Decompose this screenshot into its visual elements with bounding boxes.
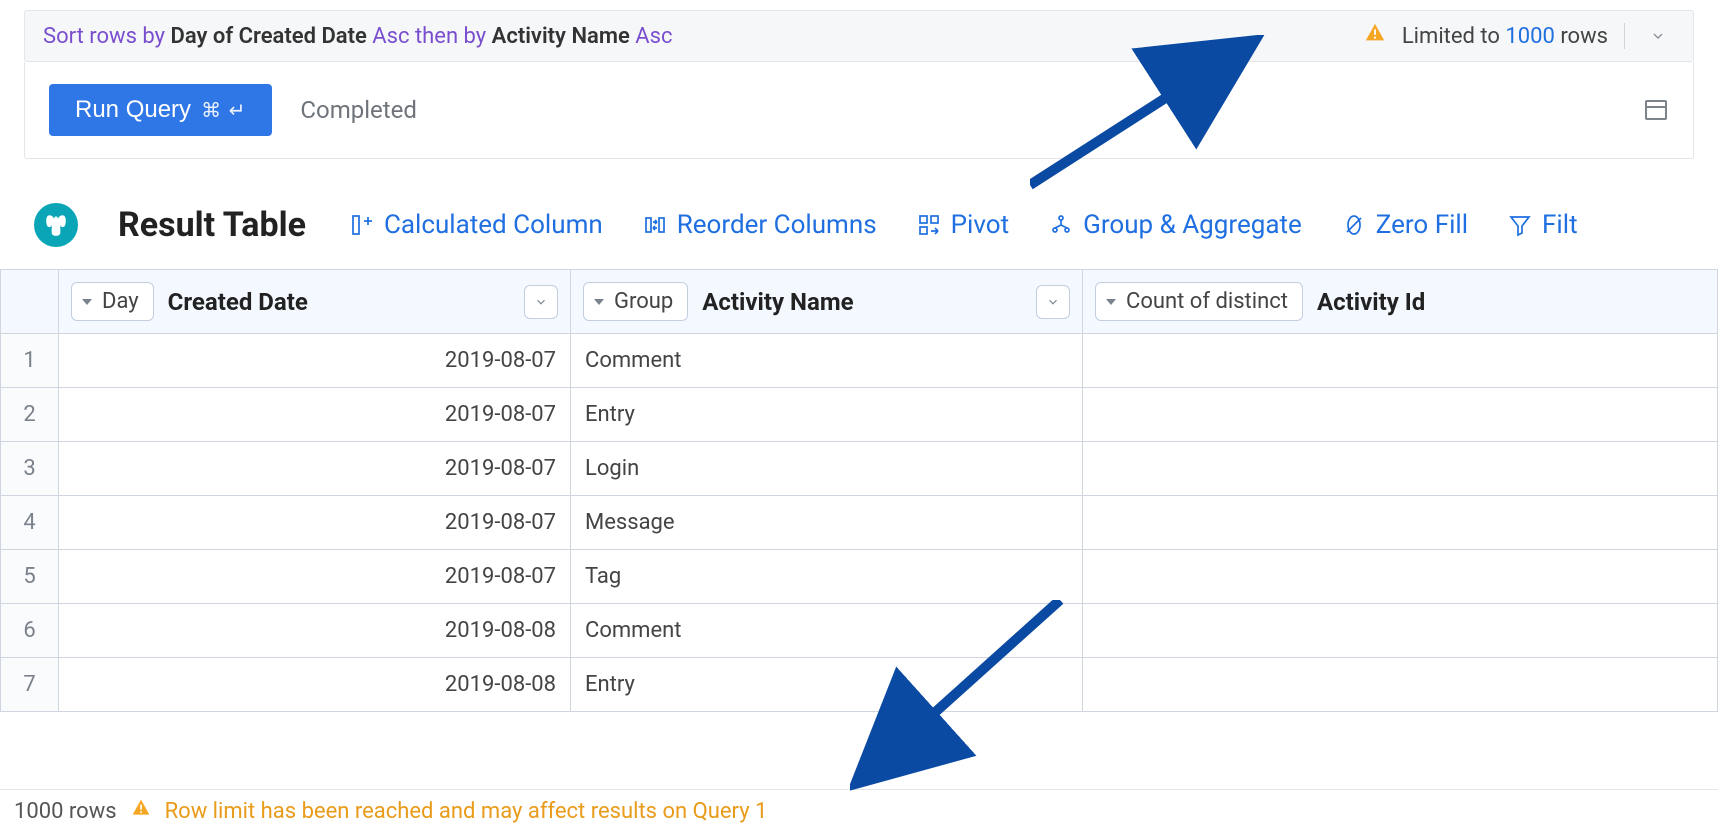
cell-activity-name: Entry xyxy=(571,658,1083,712)
status-bar: 1000 rows Row limit has been reached and… xyxy=(0,789,1718,832)
sort-dir-2: Asc xyxy=(630,24,673,49)
zero-fill-button[interactable]: Zero Fill xyxy=(1342,210,1468,240)
table-header-row: Day Created Date Group Activity Name xyxy=(1,270,1718,334)
limit-prefix: Limited to xyxy=(1402,24,1506,49)
window-icon[interactable] xyxy=(1645,100,1667,120)
cell-created-date: 2019-08-07 xyxy=(59,550,571,604)
warning-icon xyxy=(131,798,151,824)
row-limit-warning: Row limit has been reached and may affec… xyxy=(165,799,768,824)
table-row[interactable]: 22019-08-07Entry xyxy=(1,388,1718,442)
sort-then: then by xyxy=(415,24,492,49)
postgres-icon xyxy=(34,203,78,247)
limit-text[interactable]: Limited to 1000 rows xyxy=(1402,24,1608,49)
sort-field-1: Day of Created Date xyxy=(171,24,367,49)
calculated-column-button[interactable]: Calculated Column xyxy=(350,210,603,240)
sort-field-2: Activity Name xyxy=(492,24,630,49)
cell-activity-id xyxy=(1083,658,1718,712)
divider xyxy=(1624,23,1625,49)
cell-activity-name: Comment xyxy=(571,334,1083,388)
limit-area: Limited to 1000 rows xyxy=(1364,21,1675,51)
cell-activity-id xyxy=(1083,388,1718,442)
cell-activity-id xyxy=(1083,604,1718,658)
result-table-title: Result Table xyxy=(118,205,306,245)
column-menu-button[interactable] xyxy=(524,285,558,319)
column-menu-button[interactable] xyxy=(1036,285,1070,319)
reorder-columns-label: Reorder Columns xyxy=(677,210,877,240)
cell-created-date: 2019-08-07 xyxy=(59,388,571,442)
zero-fill-label: Zero Fill xyxy=(1376,210,1468,240)
column-label: Activity Id xyxy=(1317,288,1425,316)
sort-bar: Sort rows by Day of Created Date Asc the… xyxy=(24,10,1694,62)
rownum-header xyxy=(1,270,59,334)
column-agg-pill[interactable]: Day xyxy=(71,282,154,321)
sort-description[interactable]: Sort rows by Day of Created Date Asc the… xyxy=(43,24,672,49)
cell-activity-id xyxy=(1083,496,1718,550)
pivot-button[interactable]: Pivot xyxy=(917,210,1009,240)
group-aggregate-button[interactable]: Group & Aggregate xyxy=(1049,210,1302,240)
row-count: 1000 rows xyxy=(14,799,117,824)
query-status: Completed xyxy=(300,96,417,124)
cell-activity-name: Comment xyxy=(571,604,1083,658)
row-number: 2 xyxy=(1,388,59,442)
calculated-column-label: Calculated Column xyxy=(384,210,603,240)
column-label: Activity Name xyxy=(702,288,853,316)
column-header-activity-name[interactable]: Group Activity Name xyxy=(571,270,1083,334)
table-row[interactable]: 42019-08-07Message xyxy=(1,496,1718,550)
result-table: Day Created Date Group Activity Name xyxy=(0,270,1718,712)
run-query-button[interactable]: Run Query ⌘ ↵ xyxy=(49,84,272,136)
group-aggregate-label: Group & Aggregate xyxy=(1083,210,1302,240)
column-agg-pill[interactable]: Group xyxy=(583,282,688,321)
row-number: 6 xyxy=(1,604,59,658)
result-table-wrap: Day Created Date Group Activity Name xyxy=(0,269,1718,712)
reorder-columns-button[interactable]: Reorder Columns xyxy=(643,210,877,240)
row-number: 4 xyxy=(1,496,59,550)
row-number: 7 xyxy=(1,658,59,712)
result-section-header: Result Table Calculated Column Reorder C… xyxy=(0,159,1718,269)
cell-activity-name: Login xyxy=(571,442,1083,496)
filter-button[interactable]: Filt xyxy=(1508,210,1578,240)
cell-activity-id xyxy=(1083,550,1718,604)
cell-created-date: 2019-08-08 xyxy=(59,658,571,712)
table-row[interactable]: 72019-08-08Entry xyxy=(1,658,1718,712)
cell-created-date: 2019-08-07 xyxy=(59,496,571,550)
pivot-label: Pivot xyxy=(951,210,1009,240)
cell-created-date: 2019-08-08 xyxy=(59,604,571,658)
column-agg-pill[interactable]: Count of distinct xyxy=(1095,282,1303,321)
limit-count: 1000 xyxy=(1505,24,1554,49)
run-query-label: Run Query xyxy=(75,96,191,124)
cell-created-date: 2019-08-07 xyxy=(59,334,571,388)
row-number: 1 xyxy=(1,334,59,388)
table-row[interactable]: 52019-08-07Tag xyxy=(1,550,1718,604)
run-query-row: Run Query ⌘ ↵ Completed xyxy=(24,62,1694,159)
limit-suffix: rows xyxy=(1555,24,1608,49)
cell-activity-id xyxy=(1083,442,1718,496)
cell-activity-name: Tag xyxy=(571,550,1083,604)
column-label: Created Date xyxy=(168,288,308,316)
table-row[interactable]: 62019-08-08Comment xyxy=(1,604,1718,658)
cell-activity-name: Message xyxy=(571,496,1083,550)
warning-icon xyxy=(1364,22,1386,50)
column-header-activity-id[interactable]: Count of distinct Activity Id xyxy=(1083,270,1718,334)
cell-activity-name: Entry xyxy=(571,388,1083,442)
cell-created-date: 2019-08-07 xyxy=(59,442,571,496)
column-header-created-date[interactable]: Day Created Date xyxy=(59,270,571,334)
run-query-shortcut: ⌘ ↵ xyxy=(201,98,246,123)
cell-activity-id xyxy=(1083,334,1718,388)
table-row[interactable]: 12019-08-07Comment xyxy=(1,334,1718,388)
sort-dir-1: Asc xyxy=(367,24,415,49)
row-number: 5 xyxy=(1,550,59,604)
limit-expand-button[interactable] xyxy=(1641,21,1675,51)
filter-label: Filt xyxy=(1542,210,1578,240)
table-row[interactable]: 32019-08-07Login xyxy=(1,442,1718,496)
sort-prefix: Sort rows by xyxy=(43,24,171,49)
row-number: 3 xyxy=(1,442,59,496)
